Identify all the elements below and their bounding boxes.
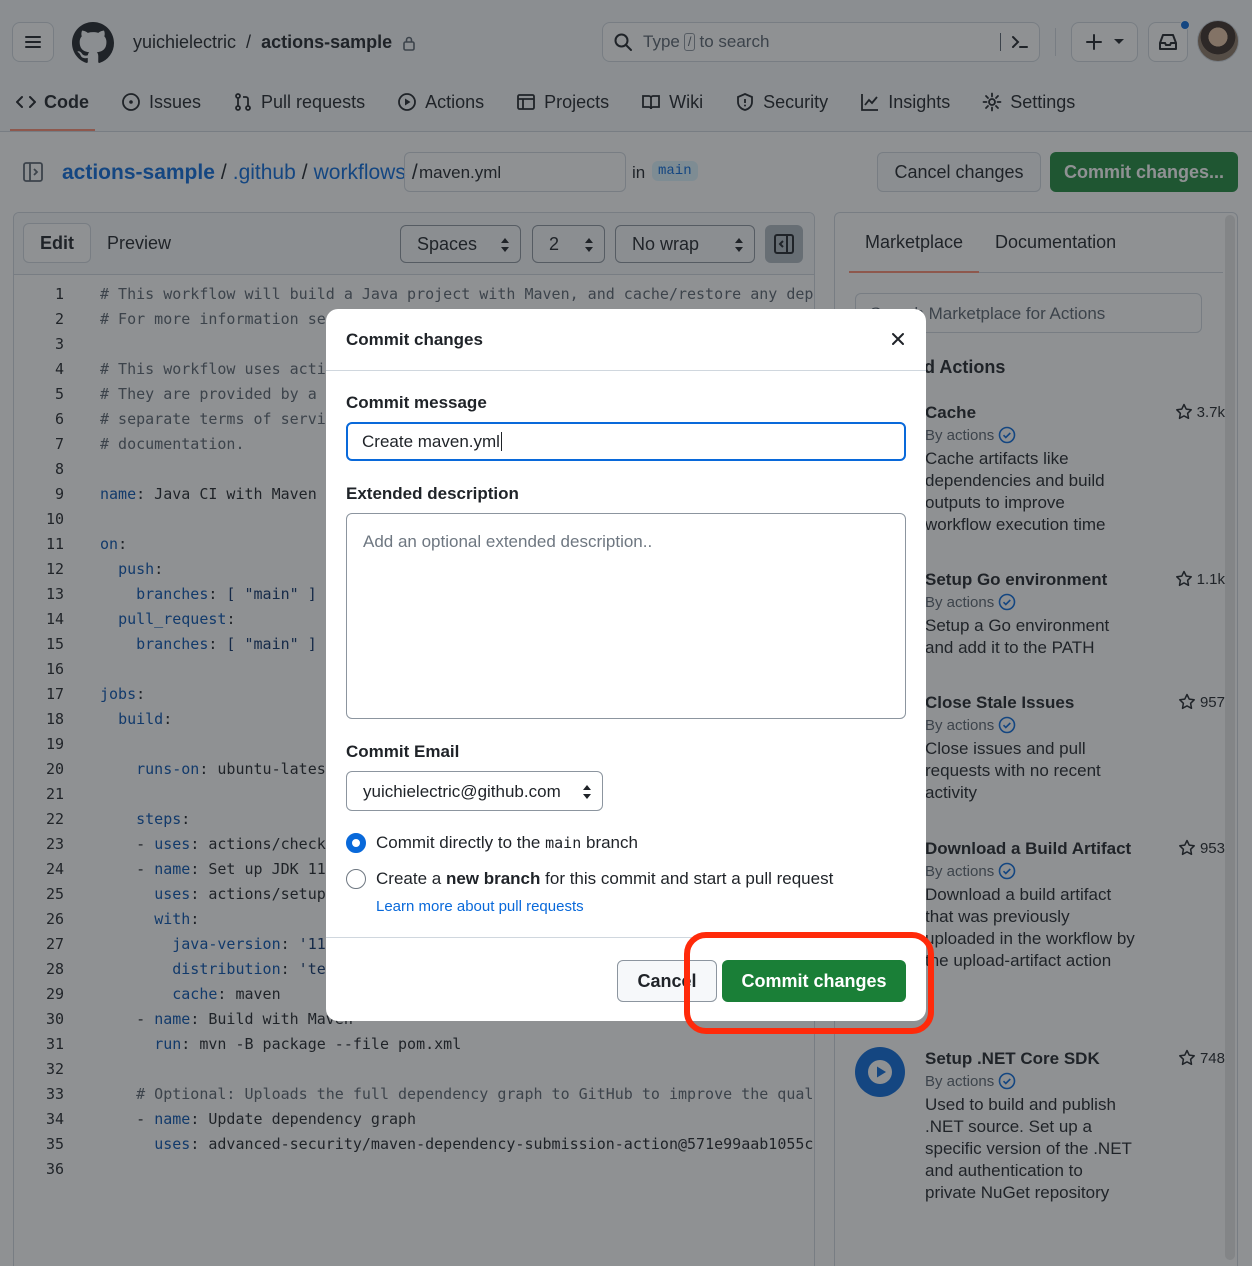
radio-unselected[interactable] (346, 869, 366, 889)
new-branch-option[interactable]: Create a new branch for this commit and … (346, 869, 833, 889)
commit-email-value: yuichielectric@github.com (363, 782, 561, 801)
select-arrows-icon (583, 785, 591, 799)
highlight-annotation (684, 932, 934, 1034)
extended-description-label: Extended description (346, 484, 519, 503)
commit-dialog: Commit changes Commit message Create mav… (326, 309, 926, 1021)
commit-email-label: Commit Email (346, 742, 460, 761)
radio-selected[interactable] (346, 833, 366, 853)
commit-message-label: Commit message (346, 393, 487, 412)
learn-more-link[interactable]: Learn more about pull requests (376, 898, 584, 915)
extended-description-textarea[interactable]: Add an optional extended description.. (346, 513, 906, 719)
commit-email-select[interactable]: yuichielectric@github.com (346, 771, 603, 811)
commit-direct-option[interactable]: Commit directly to the main branch (346, 833, 638, 853)
dialog-title: Commit changes (346, 330, 483, 349)
dialog-header: Commit changes (326, 309, 926, 371)
commit-message-value: Create maven.yml (362, 432, 500, 451)
commit-message-input[interactable]: Create maven.yml (346, 422, 906, 461)
close-icon[interactable] (890, 331, 906, 347)
